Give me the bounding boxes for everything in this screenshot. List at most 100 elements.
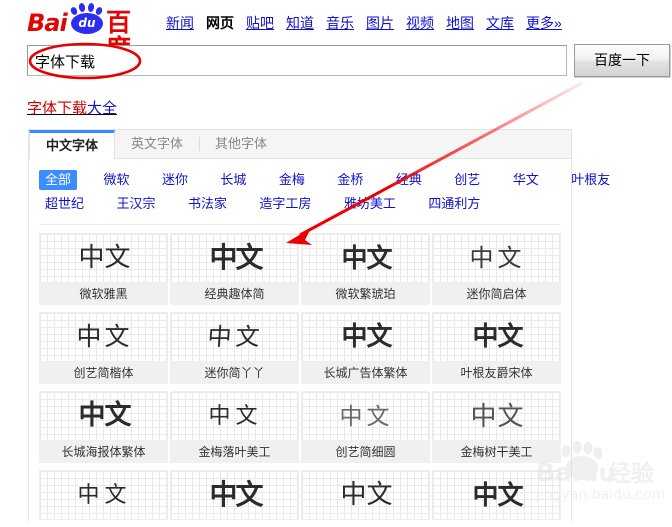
font-preview-text: 中文 [206,323,265,351]
font-preview: 中文 [432,312,561,362]
nav-item-maps[interactable]: 地图 [446,13,474,33]
font-card[interactable]: 中文 微软雅黑 [39,233,168,305]
font-name-label: 叶根友爵宋体 [432,362,561,384]
page-header: Bai du 百度 新闻 网页 贴吧 知道 音乐 图片 视频 地图 文库 更多» [0,0,672,62]
filter-sitonglifang[interactable]: 四通利方 [422,194,486,214]
search-input[interactable] [33,50,557,73]
tab-other-fonts[interactable]: 其他字体 [199,130,283,158]
font-name-label: 经典趣体简 [170,283,299,305]
font-filters: 全部 微软 迷你 长城 金梅 金桥 经典 创艺 华文 叶根友 超世纪 王汉宗 书… [29,159,610,220]
font-preview-text: 中文 [209,478,263,511]
filter-jinqiao[interactable]: 金桥 [331,170,369,190]
font-preview: 中文 [170,391,299,441]
nav-item-video[interactable]: 视频 [406,13,434,33]
font-preview: 中文 [301,391,430,441]
font-card[interactable]: 中文 创艺简楷体 [39,312,168,384]
font-preview-text: 中文 [78,400,132,431]
filter-mini[interactable]: 迷你 [156,170,194,190]
nav-item-music[interactable]: 音乐 [326,13,354,33]
nav-item-zhidao[interactable]: 知道 [286,13,314,33]
filter-chuangyi[interactable]: 创艺 [448,170,486,190]
font-preview-text: 中文 [341,243,392,273]
font-preview-text: 中文 [76,322,133,351]
baidu-logo[interactable]: Bai du 百度 [27,2,153,62]
filter-row-2: 超世纪 王汉宗 书法家 造字工房 雅坊美工 四通利方 [39,192,571,216]
search-box[interactable] [27,45,567,76]
result-title-rest: 大全 [87,100,118,117]
result-title-link[interactable]: 字体下载大全 [27,100,117,118]
nav-item-more[interactable]: 更多» [526,13,562,33]
font-preview-text: 中文 [472,322,523,352]
filter-yafangmeigong[interactable]: 雅坊美工 [338,194,402,214]
logo-bai-text: Bai [27,9,68,37]
filter-weiruan[interactable]: 微软 [97,170,135,190]
font-preview: 中文 [301,470,430,520]
font-preview: 中文 [301,233,430,283]
font-card[interactable]: 中文 经典趣体简 [170,233,299,305]
font-preview: 中文 [39,391,168,441]
result-title-highlight: 字体下载 [27,100,88,117]
font-card[interactable]: 中文 [39,470,168,520]
font-card[interactable]: 中文 微软繁琥珀 [301,233,430,305]
font-name-label: 迷你简启体 [432,283,561,305]
filter-row-1: 全部 微软 迷你 长城 金梅 金桥 经典 创艺 华文 叶根友 [39,168,610,192]
filter-huawen[interactable]: 华文 [507,170,545,190]
font-card[interactable]: 中文 [170,470,299,520]
baidu-jingyan-watermark: Baidu 经验 jingyan.baidu.com [536,441,665,503]
font-preview-text: 中文 [341,322,392,352]
filter-jinmei[interactable]: 金梅 [273,170,311,190]
font-preview-text: 中文 [77,482,132,507]
font-name-label: 长城海报体繁体 [39,441,168,463]
font-preview-text: 中文 [470,401,525,431]
nav-item-tieba[interactable]: 贴吧 [246,13,274,33]
font-card[interactable]: 中文 迷你简丫丫 [170,312,299,384]
top-navigation: 新闻 网页 贴吧 知道 音乐 图片 视频 地图 文库 更多» [166,13,574,35]
font-name-label: 微软雅黑 [39,283,168,305]
nav-item-web[interactable]: 网页 [206,13,234,33]
watermark-brand: Baidu [536,458,616,487]
font-panel: 中文字体 英文字体 其他字体 全部 微软 迷你 长城 金梅 金桥 经典 创艺 华… [28,129,610,521]
font-name-label: 微软繁琥珀 [301,283,430,305]
filter-yegenyou[interactable]: 叶根友 [565,170,616,190]
filter-shufajia[interactable]: 书法家 [182,194,233,214]
font-card[interactable]: 中文 [301,470,430,520]
filter-chaoshiji[interactable]: 超世纪 [39,194,90,214]
font-card[interactable]: 中文 迷你简启体 [432,233,561,305]
filter-zaozigongfang[interactable]: 造字工房 [253,194,317,214]
font-preview: 中文 [170,233,299,283]
font-preview: 中文 [39,470,168,520]
nav-item-images[interactable]: 图片 [366,13,394,33]
font-preview-text: 中文 [209,241,263,274]
filter-all[interactable]: 全部 [39,170,78,190]
tab-chinese-fonts[interactable]: 中文字体 [29,130,116,159]
nav-item-wenku[interactable]: 文库 [486,13,514,33]
font-name-label: 迷你简丫丫 [170,362,299,384]
font-preview: 中文 [39,233,168,283]
font-preview-text: 中文 [469,244,526,272]
font-name-label: 创艺简细圆 [301,441,430,463]
font-preview-text: 中文 [78,243,131,273]
font-card-grid: 中文 微软雅黑 中文 经典趣体简 中文 微软繁琥珀 中文 迷你简启体 中文 创艺简楷体 中文 迷你简丫… [29,225,571,527]
font-name-label: 长城广告体繁体 [301,362,430,384]
font-card[interactable]: 中文 金梅落叶美工 [170,391,299,463]
tab-english-fonts[interactable]: 英文字体 [115,130,199,158]
font-preview: 中文 [39,312,168,362]
font-card[interactable]: 中文 长城海报体繁体 [39,391,168,463]
search-button[interactable]: 百度一下 [574,44,670,77]
font-card[interactable]: 中文 长城广告体繁体 [301,312,430,384]
filter-wanghanzong[interactable]: 王汉宗 [110,194,161,214]
logo-du-badge: du [71,13,103,34]
font-name-label: 创艺简楷体 [39,362,168,384]
font-preview: 中文 [170,470,299,520]
filter-jingdian[interactable]: 经典 [390,170,428,190]
filter-changcheng[interactable]: 长城 [214,170,252,190]
nav-item-news[interactable]: 新闻 [166,13,194,33]
font-preview: 中文 [432,391,561,441]
font-card[interactable]: 中文 叶根友爵宋体 [432,312,561,384]
font-card[interactable]: 中文 创艺简细圆 [301,391,430,463]
font-preview: 中文 [432,233,561,283]
font-preview: 中文 [170,312,299,362]
baidu-font-download-page: Bai du 百度 新闻 网页 贴吧 知道 音乐 图片 视频 地图 文库 更多»… [0,0,672,521]
watermark-label: 经验 [608,460,654,486]
font-type-tabs: 中文字体 英文字体 其他字体 [29,130,571,159]
